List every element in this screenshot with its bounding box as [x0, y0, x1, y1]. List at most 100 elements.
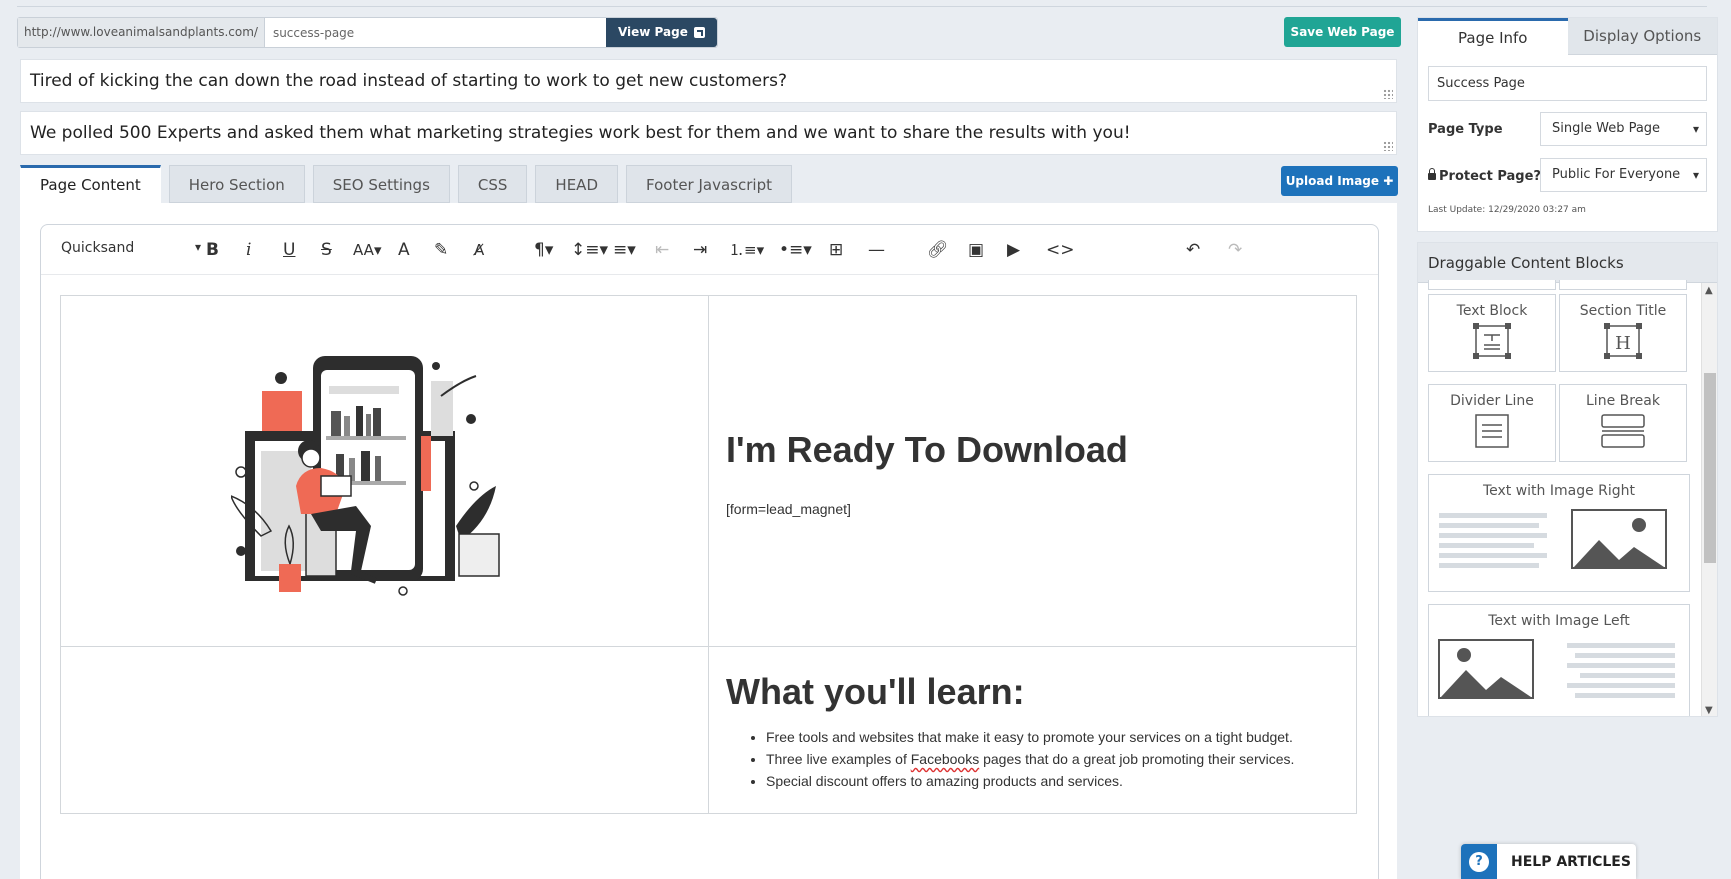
- code-icon[interactable]: <>: [1046, 239, 1075, 261]
- tab-page-info[interactable]: Page Info: [1418, 18, 1568, 55]
- lock-icon: [1428, 168, 1436, 180]
- block-text-with-image-left[interactable]: Text with Image Left: [1428, 604, 1690, 716]
- view-page-label: View Page: [617, 25, 688, 39]
- indent-icon[interactable]: ⇥: [693, 239, 707, 261]
- svg-text:H: H: [1615, 333, 1631, 354]
- list-item: Special discount offers to amazing produ…: [766, 770, 1294, 792]
- protect-page-label: Protect Page?: [1428, 168, 1541, 184]
- heading-block-icon: H: [1604, 323, 1642, 359]
- scroll-down-icon[interactable]: ▼: [1705, 705, 1713, 716]
- link-icon[interactable]: 🔗︎: [927, 239, 949, 261]
- page-name-input[interactable]: Success Page: [1428, 66, 1707, 101]
- block-label: Text Block: [1456, 303, 1528, 319]
- line-break-block-icon: [1601, 414, 1645, 448]
- column-divider: [708, 296, 709, 813]
- page-info-panel: Page Info Display Options Success Page P…: [1417, 17, 1718, 232]
- page-type-value: Single Web Page: [1552, 121, 1661, 136]
- download-heading: I'm Ready To Download: [726, 429, 1128, 470]
- misspelled-word[interactable]: Facebooks: [911, 751, 979, 767]
- content-table: I'm Ready To Download [form=lead_magnet]…: [60, 295, 1357, 814]
- url-prefix: http://www.loveanimalsandplants.com/: [18, 18, 265, 47]
- blocks-scrollbar[interactable]: ▲ ▼: [1701, 283, 1717, 716]
- tab-head[interactable]: HEAD: [535, 165, 618, 203]
- list-item: Three live examples of Facebooks pages t…: [766, 748, 1294, 770]
- tab-seo-settings[interactable]: SEO Settings: [312, 165, 450, 203]
- block-label: Text with Image Right: [1482, 483, 1636, 499]
- page-type-select[interactable]: Single Web Page: [1540, 112, 1707, 146]
- page-type-label: Page Type: [1428, 122, 1503, 137]
- block-line-break[interactable]: Line Break: [1559, 384, 1687, 462]
- highlight-icon[interactable]: ✎: [434, 239, 448, 261]
- video-icon[interactable]: ▶: [1007, 239, 1020, 261]
- block-section-title[interactable]: Section Title H: [1559, 294, 1687, 372]
- redo-icon[interactable]: ↷: [1228, 239, 1242, 261]
- upload-image-button[interactable]: Upload Image ✚: [1281, 166, 1398, 196]
- headline-field-2[interactable]: We polled 500 Experts and asked them wha…: [20, 111, 1397, 155]
- help-articles-button[interactable]: ? HELP ARTICLES: [1461, 844, 1636, 879]
- editor-toolbar: Quicksand B i U S AA▾ A ✎ A̸ ¶▾ ↕≡▾ ≡▾ ⇤…: [41, 225, 1378, 275]
- block-partial: [1428, 280, 1556, 290]
- help-question-icon: ?: [1461, 844, 1497, 879]
- block-text-block[interactable]: Text Block: [1428, 294, 1556, 372]
- block-label: Divider Line: [1450, 393, 1534, 409]
- block-label: Text with Image Left: [1488, 613, 1630, 629]
- resize-handle-icon[interactable]: [1383, 89, 1393, 99]
- font-size-icon[interactable]: AA▾: [353, 239, 381, 261]
- learn-list: Free tools and websites that make it eas…: [766, 726, 1294, 792]
- save-web-page-button[interactable]: Save Web Page: [1284, 17, 1401, 47]
- tab-hero-section[interactable]: Hero Section: [168, 165, 305, 203]
- content-blocks-title: Draggable Content Blocks: [1418, 243, 1717, 283]
- scroll-up-icon[interactable]: ▲: [1705, 285, 1713, 296]
- image-icon[interactable]: ▣: [968, 239, 984, 261]
- ordered-list-icon[interactable]: ⒈≡▾: [729, 239, 764, 261]
- headline-text-1: Tired of kicking the can down the road i…: [30, 71, 787, 91]
- reading-person-illustration: [231, 356, 500, 596]
- protect-page-value: Public For Everyone: [1552, 167, 1681, 182]
- block-label: Section Title: [1579, 303, 1667, 319]
- table-icon[interactable]: ⊞: [829, 239, 843, 261]
- text-image-left-icon: [1438, 639, 1675, 699]
- underline-icon[interactable]: U: [283, 239, 295, 261]
- upload-image-label: Upload Image: [1285, 174, 1380, 188]
- plus-icon: ✚: [1383, 174, 1394, 188]
- outdent-icon[interactable]: ⇤: [655, 239, 669, 261]
- line-height-icon[interactable]: ↕≡▾: [571, 239, 608, 261]
- clear-format-icon[interactable]: A̸: [474, 239, 484, 261]
- view-page-button[interactable]: View Page: [605, 18, 717, 47]
- text-block-icon: [1473, 323, 1511, 359]
- headline-text-2: We polled 500 Experts and asked them wha…: [30, 123, 1131, 143]
- bullet-list-icon[interactable]: •≡▾: [779, 239, 812, 261]
- scrollbar-thumb[interactable]: [1704, 373, 1716, 563]
- divider-block-icon: [1475, 414, 1509, 448]
- strikethrough-icon[interactable]: S: [321, 239, 332, 261]
- bold-icon[interactable]: B: [206, 239, 219, 261]
- tab-css[interactable]: CSS: [457, 165, 528, 203]
- horizontal-rule-icon[interactable]: —: [868, 239, 885, 261]
- block-divider-line[interactable]: Divider Line: [1428, 384, 1556, 462]
- page-content-panel: Quicksand B i U S AA▾ A ✎ A̸ ¶▾ ↕≡▾ ≡▾ ⇤…: [20, 203, 1397, 879]
- font-family-select[interactable]: Quicksand: [61, 240, 201, 256]
- tab-page-content[interactable]: Page Content: [20, 165, 161, 203]
- page-info-tabs: Page Info Display Options: [1418, 18, 1717, 55]
- tab-display-options[interactable]: Display Options: [1567, 18, 1717, 55]
- headline-field-1[interactable]: Tired of kicking the can down the road i…: [20, 59, 1397, 103]
- help-articles-label: HELP ARTICLES: [1511, 853, 1631, 870]
- block-label: Line Break: [1586, 393, 1660, 409]
- font-family-value: Quicksand: [61, 240, 135, 256]
- rich-text-editor: Quicksand B i U S AA▾ A ✎ A̸ ¶▾ ↕≡▾ ≡▾ ⇤…: [40, 224, 1379, 879]
- block-text-with-image-right[interactable]: Text with Image Right: [1428, 474, 1690, 592]
- tab-footer-javascript[interactable]: Footer Javascript: [626, 165, 792, 203]
- external-link-icon: [693, 27, 705, 38]
- paragraph-icon[interactable]: ¶▾: [534, 239, 553, 261]
- top-divider: [17, 6, 1707, 7]
- text-color-icon[interactable]: A: [398, 239, 410, 261]
- url-bar: http://www.loveanimalsandplants.com/ Vie…: [17, 17, 718, 48]
- resize-handle-icon[interactable]: [1383, 141, 1393, 151]
- undo-icon[interactable]: ↶: [1186, 239, 1200, 261]
- editor-tabs: Page Content Hero Section SEO Settings C…: [20, 165, 792, 203]
- align-icon[interactable]: ≡▾: [613, 239, 636, 261]
- protect-page-select[interactable]: Public For Everyone: [1540, 158, 1707, 192]
- italic-icon[interactable]: i: [246, 239, 251, 261]
- list-item: Free tools and websites that make it eas…: [766, 726, 1294, 748]
- page-slug-input[interactable]: [264, 18, 606, 47]
